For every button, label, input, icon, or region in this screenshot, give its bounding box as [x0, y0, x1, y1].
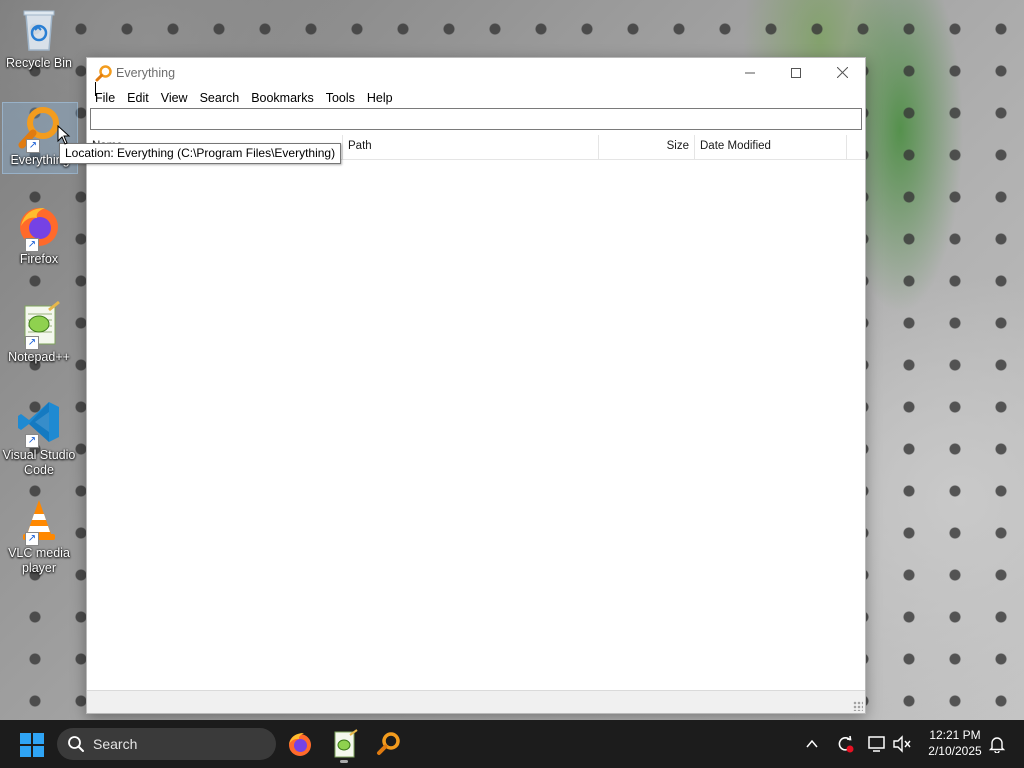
menu-edit[interactable]: Edit — [121, 91, 155, 105]
notepad-plus-plus-icon — [334, 729, 358, 758]
notifications-button[interactable] — [985, 732, 1009, 756]
close-icon — [836, 67, 848, 78]
taskbar-app-firefox[interactable] — [284, 728, 316, 760]
status-bar — [87, 690, 865, 713]
shortcut-arrow-icon: ↗ — [25, 238, 39, 252]
bell-icon — [988, 737, 1006, 753]
network-monitor-icon — [868, 736, 885, 752]
menu-help[interactable]: Help — [361, 91, 399, 105]
minimize-button[interactable] — [727, 58, 773, 87]
desktop-icon-label: Visual Studio Code — [2, 448, 76, 477]
taskbar: Search 12:21 PM 2/10/2025 — [0, 720, 1024, 768]
column-header-path[interactable]: Path — [343, 135, 599, 159]
taskbar-app-everything[interactable] — [372, 728, 404, 760]
window-title: Everything — [116, 65, 176, 80]
taskbar-clock[interactable]: 12:21 PM 2/10/2025 — [918, 727, 992, 759]
network-tray[interactable] — [865, 732, 889, 756]
minimize-icon — [745, 72, 755, 73]
desktop-icon-recycle-bin[interactable]: Recycle Bin — [2, 6, 76, 71]
windows-update-tray[interactable] — [833, 732, 857, 756]
show-hidden-icons-button[interactable] — [800, 732, 824, 756]
desktop-icon-label: Recycle Bin — [6, 56, 72, 70]
column-header-size[interactable]: Size — [599, 135, 695, 159]
menu-search[interactable]: Search — [194, 91, 246, 105]
close-button[interactable] — [819, 58, 865, 87]
resize-grip-icon[interactable] — [853, 701, 863, 711]
recycle-bin-icon — [15, 6, 63, 54]
shortcut-arrow-icon: ↗ — [25, 532, 39, 546]
taskbar-search-box[interactable]: Search — [57, 728, 276, 760]
start-button-windows-icon[interactable] — [19, 732, 45, 758]
menu-bookmarks[interactable]: Bookmarks — [245, 91, 320, 105]
shortcut-arrow-icon: ↗ — [25, 336, 39, 350]
desktop-icon-label: VLC media player — [8, 546, 70, 575]
shortcut-arrow-icon: ↗ — [25, 434, 39, 448]
taskbar-search-label: Search — [93, 736, 138, 752]
menu-view[interactable]: View — [155, 91, 194, 105]
clock-date: 2/10/2025 — [928, 744, 982, 758]
search-bar — [87, 108, 865, 134]
results-list[interactable] — [87, 160, 865, 690]
column-header-date-modified[interactable]: Date Modified — [695, 135, 847, 159]
vscode-icon: ↗ — [15, 398, 63, 448]
firefox-icon — [289, 733, 311, 756]
vlc-cone-icon: ↗ — [15, 496, 63, 546]
desktop-icon-vlc[interactable]: ↗ VLC media player — [2, 496, 76, 576]
notepad-plus-plus-icon: ↗ — [15, 300, 63, 350]
desktop-icon-notepad-plus-plus[interactable]: ↗ Notepad++ — [2, 300, 76, 365]
shortcut-arrow-icon: ↗ — [26, 139, 40, 153]
maximize-icon — [791, 67, 801, 78]
everything-app-icon — [95, 64, 112, 81]
search-input[interactable] — [90, 108, 862, 130]
desktop-icon-firefox[interactable]: ↗ Firefox — [2, 202, 76, 267]
maximize-button[interactable] — [773, 58, 819, 87]
desktop-icon-vscode[interactable]: ↗ Visual Studio Code — [2, 398, 76, 478]
menu-bar: File Edit View Search Bookmarks Tools He… — [87, 87, 865, 108]
text-caret — [95, 82, 96, 96]
menu-tools[interactable]: Tools — [320, 91, 361, 105]
desktop-icon-label: Notepad++ — [8, 350, 70, 364]
everything-magnifier-icon — [377, 732, 400, 755]
chevron-up-icon — [806, 739, 818, 748]
speaker-muted-icon — [893, 735, 911, 753]
desktop-icon-label: Firefox — [19, 252, 59, 266]
menu-file[interactable]: File — [89, 91, 121, 105]
running-indicator — [340, 760, 348, 763]
update-sync-icon — [838, 735, 854, 753]
taskbar-app-notepad-plus-plus[interactable] — [328, 728, 360, 763]
mouse-pointer-icon — [57, 125, 71, 145]
firefox-icon: ↗ — [15, 202, 63, 252]
clock-time: 12:21 PM — [929, 728, 981, 742]
volume-tray[interactable] — [890, 732, 914, 756]
location-tooltip: Location: Everything (C:\Program Files\E… — [59, 143, 342, 164]
search-icon — [68, 736, 84, 752]
title-bar[interactable]: Everything — [87, 58, 865, 87]
